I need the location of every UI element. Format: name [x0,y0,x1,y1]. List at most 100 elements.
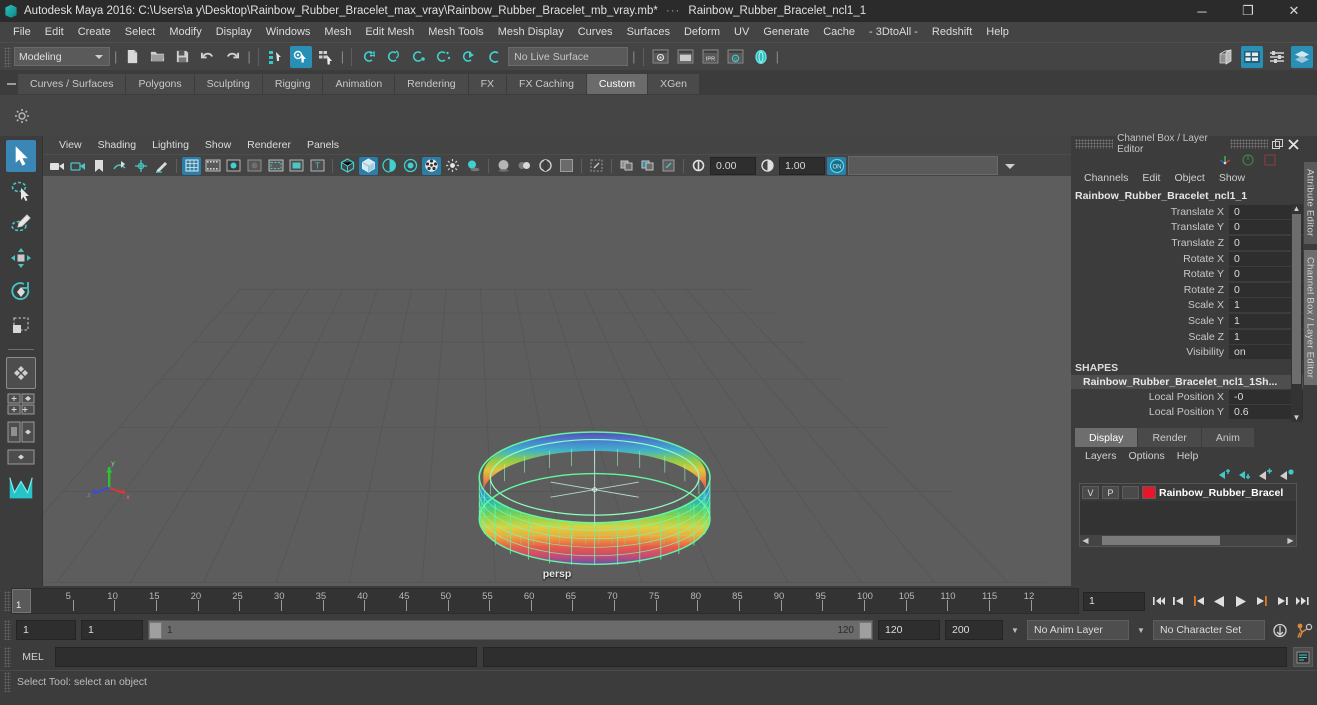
menu-item-deform[interactable]: Deform [677,24,727,40]
film-gate-icon[interactable] [203,157,222,175]
shape-node-name[interactable]: Rainbow_Rubber_Bracelet_ncl1_1Sh... [1071,374,1303,389]
shelf-handle[interactable] [4,74,18,94]
color-management-toggle-icon[interactable]: ON [827,156,846,175]
layer-playback-toggle[interactable]: P [1102,486,1119,499]
hypershade-icon[interactable] [750,46,772,68]
layer-type-toggle[interactable] [1122,486,1139,499]
shelf-tab-polygons[interactable]: Polygons [126,74,195,94]
layer-menu-options[interactable]: Options [1123,449,1171,463]
render-settings-icon[interactable]: 6 [725,46,747,68]
command-input-field[interactable] [55,647,477,667]
layer-tab-render[interactable]: Render [1138,428,1201,447]
animation-preferences-icon[interactable] [1294,620,1313,640]
select-tool-button[interactable] [6,140,36,172]
image-plane-icon[interactable] [110,157,129,175]
playback-options-chevron-down-icon[interactable]: ▼ [1008,626,1022,635]
attribute-editor-toggle-icon[interactable] [1291,45,1313,68]
anim-end-time-field[interactable]: 120 [878,620,940,640]
motion-blur-icon[interactable] [515,157,534,175]
step-forward-frame-icon[interactable] [1252,591,1271,611]
status-line-grip[interactable] [4,46,11,67]
layer-menu-layers[interactable]: Layers [1079,449,1123,463]
auto-keyframe-icon[interactable] [1270,620,1289,640]
menu-item-cache[interactable]: Cache [816,24,862,40]
resolution-gate-icon[interactable] [224,157,243,175]
play-forwards-icon[interactable] [1231,591,1250,611]
range-right-handle[interactable] [859,621,872,639]
move-layer-down-icon[interactable] [1238,468,1253,481]
title-safe-icon[interactable]: T [308,157,327,175]
menu-item-edit[interactable]: Edit [38,24,71,40]
two-d-pan-zoom-icon[interactable] [131,157,150,175]
menu-item-display[interactable]: Display [209,24,259,40]
layer-horizontal-scrollbar[interactable]: ◀ ▶ [1080,535,1296,546]
gate-mask-icon[interactable] [245,157,264,175]
exposure-value-field[interactable]: 0.00 [710,156,756,175]
viewport-3d[interactable]: y x z persp [43,176,1071,586]
four-view-layout-button[interactable] [6,357,36,389]
make-live-icon[interactable] [483,46,505,68]
viewport-menu-view[interactable]: View [51,138,90,152]
menu-item-help[interactable]: Help [979,24,1016,40]
shelf-tab-custom[interactable]: Custom [586,74,649,94]
step-forward-keyframe-icon[interactable] [1273,591,1292,611]
shelf-tab-rendering[interactable]: Rendering [395,74,469,94]
smooth-shade-icon[interactable] [359,156,378,175]
bookmark-icon[interactable] [89,157,108,175]
live-surface-field[interactable]: No Live Surface [508,47,629,66]
minimize-button[interactable]: ─ [1179,0,1225,22]
current-frame-field[interactable]: 1 [1083,591,1145,611]
wireframe-icon[interactable] [338,157,357,175]
object-axis-icon[interactable] [1217,153,1233,167]
channel-box-menu-edit[interactable]: Edit [1135,171,1167,185]
channel-box-toggle-icon[interactable] [1241,45,1263,68]
anim-layer-chevron-down-icon[interactable]: ▼ [1134,626,1148,635]
scroll-up-arrow-icon[interactable]: ▲ [1291,204,1302,213]
show-hide-editors-icon[interactable] [1216,46,1238,68]
render-current-frame-icon[interactable] [650,46,672,68]
textured-icon[interactable] [422,156,441,175]
use-default-material-icon[interactable] [401,157,420,175]
channel-box-menu-show[interactable]: Show [1212,171,1252,185]
select-camera-icon[interactable] [47,157,66,175]
command-line-grip[interactable] [4,647,11,667]
shelf-tab-fx[interactable]: FX [468,74,508,94]
snap-to-grid-icon[interactable] [358,46,380,68]
lasso-select-tool-button[interactable] [6,174,36,206]
screen-space-ao-icon[interactable] [494,157,513,175]
xray-joints-icon[interactable] [617,157,636,175]
persp-outliner-layout-button[interactable] [6,391,36,417]
menu-item-mesh-tools[interactable]: Mesh Tools [421,24,490,40]
new-scene-icon[interactable] [121,46,143,68]
shelf-tab-rigging[interactable]: Rigging [262,74,324,94]
xray-icon[interactable] [587,157,606,175]
go-to-end-icon[interactable] [1294,591,1313,611]
contrast-icon[interactable] [758,157,777,175]
render-sequence-icon[interactable] [675,46,697,68]
exposure-icon[interactable] [689,157,708,175]
step-back-keyframe-icon[interactable] [1168,591,1187,611]
viewport-menu-renderer[interactable]: Renderer [239,138,299,152]
layer-menu-help[interactable]: Help [1171,449,1205,463]
layer-scroll-left-arrow-icon[interactable]: ◀ [1080,536,1091,545]
panel-drag-dots-right[interactable] [1229,139,1268,149]
grease-pencil-icon[interactable] [152,157,171,175]
move-tool-button[interactable] [6,242,36,274]
tool-settings-toggle-icon[interactable] [1266,46,1288,68]
select-by-object-icon[interactable] [289,45,312,68]
scrollbar-thumb[interactable] [1292,214,1301,384]
hypergraph-layout-button[interactable] [6,447,36,467]
snap-to-projected-center-icon[interactable] [433,46,455,68]
menu-item-curves[interactable]: Curves [571,24,620,40]
shelf-tab-fx-caching[interactable]: FX Caching [507,74,587,94]
snap-to-point-icon[interactable] [408,46,430,68]
anim-layer-field[interactable]: No Anim Layer [1027,620,1129,640]
panel-drag-dots-left[interactable] [1075,139,1114,149]
layer-row[interactable]: V P Rainbow_Rubber_Bracel [1080,484,1296,501]
layer-scroll-thumb[interactable] [1102,536,1220,545]
single-persp-layout-button[interactable] [6,419,36,445]
range-left-handle[interactable] [149,621,162,639]
menu-item-create[interactable]: Create [71,24,118,40]
tab-attribute-editor[interactable]: Attribute Editor [1303,162,1317,244]
scale-manip-icon[interactable] [1263,153,1277,167]
